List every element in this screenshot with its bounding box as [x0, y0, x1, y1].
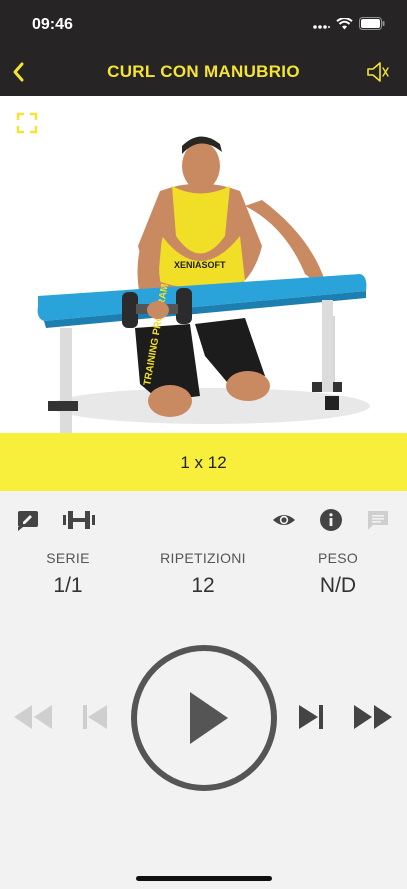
play-button[interactable] — [130, 644, 278, 792]
page-title: CURL CON MANUBRIO — [107, 62, 300, 81]
status-time: 09:46 — [32, 16, 73, 33]
edit-note-icon[interactable] — [16, 508, 40, 532]
rewind-icon[interactable] — [12, 700, 54, 734]
stat-label: RIPETIZIONI — [160, 550, 246, 566]
stat-serie: SERIE 1/1 — [8, 550, 128, 598]
exercise-illustration: XENIASOFT TRAINING PROGRAM — [0, 96, 407, 433]
skip-next-icon[interactable] — [296, 702, 326, 732]
stat-label: PESO — [317, 550, 359, 566]
skip-previous-icon[interactable] — [80, 702, 110, 732]
status-icons — [312, 17, 385, 30]
speaker-icon[interactable] — [365, 60, 391, 84]
exercise-toolbar — [0, 500, 407, 540]
sets-reps-banner: 1 x 12 — [0, 433, 407, 491]
signal-icon — [313, 24, 330, 29]
exercise-image: XENIASOFT TRAINING PROGRAM — [37, 136, 370, 433]
workout-stats: SERIE 1/1 RIPETIZIONI 12 PESO N/D — [0, 550, 407, 610]
sets-reps-text: 1 x 12 — [180, 453, 227, 472]
comment-icon[interactable] — [366, 508, 390, 532]
stat-value: 1/1 — [53, 574, 83, 597]
stat-label: SERIE — [46, 550, 90, 566]
shirt-text: XENIASOFT — [174, 260, 226, 270]
back-chevron-icon[interactable] — [6, 58, 34, 86]
dumbbell-icon[interactable] — [62, 508, 96, 532]
stat-value: N/D — [319, 574, 357, 597]
stat-ripetizioni: RIPETIZIONI 12 — [143, 550, 263, 598]
navigation-bar: CURL CON MANUBRIO — [0, 48, 407, 96]
stat-peso: PESO N/D — [278, 550, 398, 598]
fast-forward-icon[interactable] — [352, 700, 394, 734]
status-bar: 09:46 — [0, 0, 407, 48]
play-icon — [190, 692, 228, 744]
fullscreen-icon[interactable] — [16, 112, 38, 134]
stat-value: 12 — [191, 574, 215, 597]
playback-controls — [0, 640, 407, 800]
eye-icon[interactable] — [272, 508, 296, 532]
battery-icon — [359, 17, 385, 30]
wifi-icon — [336, 17, 353, 29]
info-icon[interactable] — [319, 508, 343, 532]
home-indicator — [136, 876, 272, 881]
